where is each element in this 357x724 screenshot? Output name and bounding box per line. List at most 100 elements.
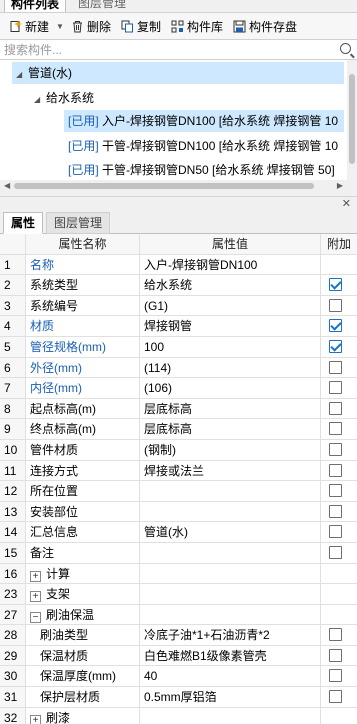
property-row[interactable]: 30 保温厚度(mm) 40 (0, 666, 357, 688)
tab-layer-management-top[interactable]: 图层管理 (72, 0, 132, 12)
new-dropdown-arrow-icon[interactable]: ▼ (56, 22, 64, 31)
collapse-arrow-icon[interactable]: ◢ (34, 89, 46, 111)
property-value[interactable]: 管道(水) (140, 522, 321, 542)
property-value[interactable]: 焊接钢管 (140, 316, 321, 336)
scroll-right-arrow-icon[interactable]: ▶ (337, 180, 343, 192)
property-value[interactable]: 冷底子油*1+石油沥青*2 (140, 625, 321, 645)
property-row[interactable]: 3 系统编号 (G1) (0, 295, 357, 317)
attach-checkbox[interactable] (329, 484, 342, 498)
property-value[interactable]: (114) (140, 357, 321, 378)
property-value[interactable]: 焊接或法兰 (140, 460, 321, 481)
attach-checkbox[interactable] (329, 298, 342, 312)
property-value[interactable]: (钢制) (140, 439, 321, 460)
component-save-button[interactable]: 构件存盘 (229, 15, 301, 37)
property-value[interactable]: 100 (140, 336, 321, 357)
row-number: 9 (0, 419, 26, 439)
tree-item-component[interactable]: [已用] 入户-焊接钢管DN100 [给水系统 焊接钢管 10 (64, 110, 344, 132)
collapse-icon[interactable]: − (30, 611, 41, 623)
attach-checkbox[interactable] (329, 648, 342, 662)
property-row[interactable]: 10 管件材质 (钢制) (0, 439, 357, 461)
collapse-arrow-icon[interactable]: ◢ (16, 64, 28, 86)
attach-checkbox[interactable] (329, 669, 342, 683)
attach-checkbox[interactable] (329, 339, 342, 353)
component-library-button[interactable]: 构件库 (167, 15, 227, 37)
property-value[interactable] (140, 707, 321, 724)
attach-checkbox[interactable] (329, 504, 342, 518)
copy-button[interactable]: 复制 (117, 15, 165, 37)
tree-item-component[interactable]: [已用] 干管-焊接钢管DN100 [给水系统 焊接钢管 10 (64, 135, 338, 157)
property-value[interactable]: 40 (140, 666, 321, 687)
property-value[interactable] (140, 501, 321, 522)
attach-checkbox[interactable] (329, 381, 342, 395)
expand-icon[interactable]: + (30, 714, 41, 724)
property-row[interactable]: 13 安装部位 (0, 501, 357, 523)
scrollbar-thumb[interactable] (14, 183, 314, 189)
property-row[interactable]: 32 + 刷漆 (0, 707, 357, 724)
property-row[interactable]: 9 终点标高(m) 层底标高 (0, 419, 357, 440)
property-row[interactable]: 5 管径规格(mm) 100 (0, 336, 357, 358)
property-value[interactable] (140, 542, 321, 563)
property-value[interactable]: 0.5mm厚铝箔 (140, 687, 321, 707)
new-button[interactable]: 新建 (5, 15, 53, 37)
property-row[interactable]: 1 名称 入户-焊接钢管DN100 (0, 254, 357, 276)
property-row[interactable]: 27− 刷油保温 (0, 604, 357, 626)
attach-checkbox[interactable] (329, 278, 342, 292)
property-row[interactable]: 28 刷油类型 冷底子油*1+石油沥青*2 (0, 625, 357, 646)
property-value[interactable]: 白色难燃B1级像素管壳 (140, 645, 321, 666)
property-value[interactable]: 层底标高 (140, 398, 321, 419)
property-row[interactable]: 14 汇总信息 管道(水) (0, 522, 357, 543)
property-row[interactable]: 15 备注 (0, 542, 357, 564)
scrollbar-thumb[interactable] (349, 74, 355, 164)
row-number: 10 (0, 439, 26, 460)
property-row[interactable]: 12 所在位置 (0, 481, 357, 502)
attach-checkbox[interactable] (329, 525, 342, 539)
tree-node-water-supply[interactable]: ◢ 给水系统 (34, 87, 94, 109)
tree-item-component[interactable]: [已用] 干管-焊接钢管DN50 [给水系统 焊接钢管 50] (64, 159, 335, 180)
tree-node-pipe-water[interactable]: ◢ 管道(水) (12, 62, 344, 84)
property-row[interactable]: 7 内径(mm) (106) (0, 378, 357, 399)
property-row[interactable]: 16 + 计算 (0, 563, 357, 585)
attach-checkbox[interactable] (329, 319, 342, 333)
property-value[interactable]: (106) (140, 378, 321, 398)
search-icon[interactable] (340, 43, 351, 54)
attach-checkbox[interactable] (329, 442, 342, 456)
attach-checkbox[interactable] (329, 690, 342, 704)
tab-component-list[interactable]: 构件列表 (4, 0, 67, 12)
property-row[interactable]: 29 保温材质 白色难燃B1级像素管壳 (0, 645, 357, 667)
tab-properties[interactable]: 属性 (3, 212, 44, 234)
attach-checkbox[interactable] (329, 401, 342, 415)
property-row[interactable]: 4 材质 焊接钢管 (0, 316, 357, 337)
attach-checkbox[interactable] (329, 628, 342, 642)
tab-layer-management[interactable]: 图层管理 (46, 212, 111, 234)
panel-splitter[interactable]: ✕ (0, 196, 357, 210)
expand-icon[interactable]: + (30, 591, 41, 603)
property-value[interactable] (140, 584, 321, 604)
component-search-input[interactable] (0, 40, 320, 59)
attach-checkbox[interactable] (329, 360, 342, 374)
component-tree: ◢ 管道(水) ◢ 给水系统 [已用] 入户-焊接钢管DN100 [给水系统 焊接钢… (0, 60, 357, 180)
tree-horizontal-scrollbar[interactable]: ◀ ▶ (0, 180, 357, 192)
property-row[interactable]: 8 起点标高(m) 层底标高 (0, 398, 357, 420)
property-value[interactable] (140, 481, 321, 501)
attach-checkbox[interactable] (329, 545, 342, 559)
property-value[interactable]: (G1) (140, 295, 321, 316)
attach-checkbox[interactable] (329, 463, 342, 477)
property-row[interactable]: 11 连接方式 焊接或法兰 (0, 460, 357, 482)
property-row[interactable]: 23 + 支架 (0, 584, 357, 605)
property-row[interactable]: 2 系统类型 给水系统 (0, 275, 357, 296)
property-value[interactable] (140, 563, 321, 584)
property-row[interactable]: 6 外径(mm) (114) (0, 357, 357, 379)
property-value[interactable]: 层底标高 (140, 419, 321, 439)
delete-button[interactable]: 删除 (67, 15, 115, 37)
expand-icon[interactable]: + (30, 570, 41, 582)
tree-vertical-scrollbar[interactable] (347, 60, 357, 180)
property-value[interactable]: 入户-焊接钢管DN100 (140, 254, 321, 275)
attach-checkbox[interactable] (329, 422, 342, 436)
property-value[interactable]: 给水系统 (140, 275, 321, 295)
property-value[interactable] (140, 604, 321, 625)
scroll-left-arrow-icon[interactable]: ◀ (4, 180, 10, 192)
property-row[interactable]: 31 保护层材质 0.5mm厚铝箔 (0, 687, 357, 708)
property-name: 名称 (30, 257, 55, 272)
property-name-cell: 保温厚度(mm) (26, 666, 140, 687)
close-icon[interactable]: ✕ (342, 197, 351, 211)
